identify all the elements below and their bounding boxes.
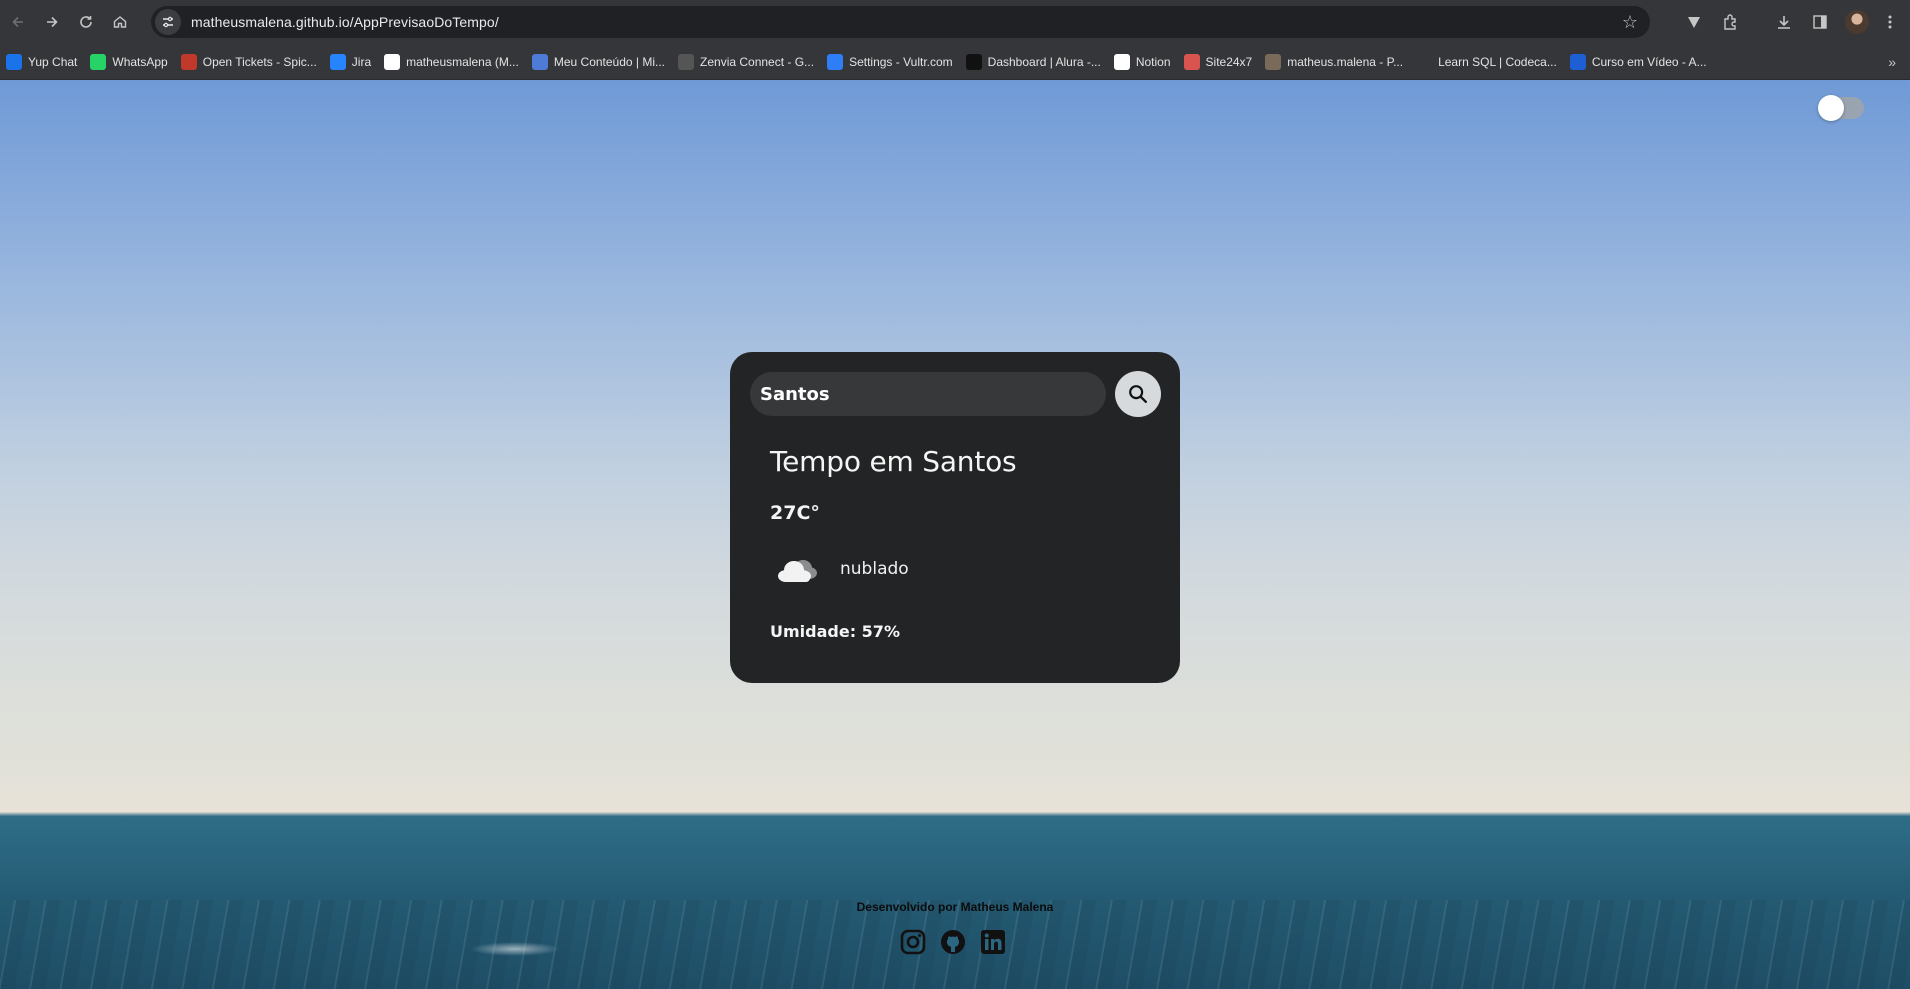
theme-toggle[interactable] bbox=[1818, 95, 1864, 121]
yupchat-icon bbox=[6, 53, 22, 70]
bookmark-label: matheus.malena - P... bbox=[1287, 54, 1404, 69]
instagram-icon bbox=[900, 929, 926, 955]
site24x7-icon bbox=[1183, 53, 1200, 70]
city-title: Tempo em Santos bbox=[770, 445, 1017, 478]
bookmark-item[interactable]: Yup Chat bbox=[0, 48, 83, 76]
bookmark-label: Learn SQL | Codeca... bbox=[1438, 54, 1557, 69]
weather-card: Tempo em Santos 27C° nublado Umidade: 57… bbox=[730, 352, 1180, 683]
bookmark-label: Notion bbox=[1135, 54, 1171, 69]
bookmark-item[interactable]: Learn SQL | Codeca... bbox=[1410, 48, 1563, 76]
home-button[interactable] bbox=[106, 8, 134, 36]
spiceworks-icon bbox=[180, 53, 197, 70]
jira-icon bbox=[329, 53, 346, 70]
profile-icon bbox=[1265, 53, 1282, 70]
bookmark-label: Open Tickets - Spic... bbox=[202, 54, 317, 69]
search-row bbox=[750, 371, 1161, 417]
bookmark-item[interactable]: Dashboard | Alura -... bbox=[960, 48, 1107, 76]
linkedin-icon bbox=[981, 930, 1005, 954]
cursoemvideo-icon bbox=[1569, 53, 1586, 70]
instagram-link[interactable] bbox=[899, 928, 927, 956]
menu-kebab-icon[interactable] bbox=[1876, 8, 1904, 36]
bookmark-label: Jira bbox=[351, 54, 372, 69]
tune-icon bbox=[163, 16, 173, 28]
site-info-button[interactable] bbox=[155, 9, 181, 35]
bookmark-label: WhatsApp bbox=[112, 54, 168, 69]
condition-text: nublado bbox=[840, 559, 909, 579]
github-icon bbox=[384, 53, 401, 70]
notion-icon bbox=[1113, 53, 1130, 70]
bookmark-label: Meu Conteúdo | Mi... bbox=[553, 54, 666, 69]
profile-avatar[interactable] bbox=[1845, 10, 1869, 34]
url-text: matheusmalena.github.io/AppPrevisaoDoTem… bbox=[191, 14, 499, 30]
bookmark-item[interactable]: Jira bbox=[324, 48, 377, 76]
bookmark-item[interactable]: Settings - Vultr.com bbox=[821, 48, 959, 76]
bookmark-item[interactable]: Curso em Vídeo - A... bbox=[1564, 48, 1713, 76]
bookmark-label: Site24x7 bbox=[1205, 54, 1253, 69]
footer-credit: Desenvolvido por Matheus Malena bbox=[856, 900, 1054, 914]
codecademy-icon bbox=[1416, 53, 1433, 70]
bookmark-item[interactable]: Meu Conteúdo | Mi... bbox=[526, 48, 671, 76]
extensions-puzzle-icon[interactable] bbox=[1717, 8, 1745, 36]
vultr-icon bbox=[827, 53, 844, 70]
bookmark-label: Zenvia Connect - G... bbox=[700, 54, 815, 69]
humidity-text: Umidade: 57% bbox=[770, 622, 900, 641]
github-link[interactable] bbox=[939, 928, 967, 956]
social-links bbox=[899, 928, 1007, 956]
city-search-input[interactable] bbox=[750, 372, 1106, 416]
footer: Desenvolvido por Matheus Malena bbox=[0, 900, 1910, 914]
reload-button[interactable] bbox=[72, 8, 100, 36]
bookmark-item[interactable]: matheus.malena - P... bbox=[1259, 48, 1409, 76]
reload-icon bbox=[80, 16, 92, 28]
home-icon bbox=[113, 16, 127, 28]
bookmark-item[interactable]: WhatsApp bbox=[84, 48, 173, 76]
bookmark-item[interactable]: Notion bbox=[1108, 48, 1177, 76]
bookmark-label: Dashboard | Alura -... bbox=[987, 54, 1101, 69]
downloads-icon[interactable] bbox=[1770, 8, 1798, 36]
bookmark-label: Yup Chat bbox=[28, 54, 78, 69]
temperature: 27C° bbox=[770, 502, 820, 524]
bookmark-item[interactable]: Open Tickets - Spic... bbox=[175, 48, 323, 76]
zenvia-icon bbox=[678, 53, 695, 70]
arrow-right-icon bbox=[47, 16, 58, 28]
arrow-left-icon bbox=[12, 16, 23, 28]
search-button[interactable] bbox=[1115, 371, 1161, 417]
content-icon bbox=[531, 53, 548, 70]
whatsapp-icon bbox=[90, 53, 107, 70]
cloud-icon bbox=[778, 560, 817, 582]
side-panel-icon[interactable] bbox=[1806, 8, 1834, 36]
bookmark-item[interactable]: matheusmalena (M... bbox=[378, 48, 525, 76]
more-bookmarks-icon[interactable]: » bbox=[1888, 54, 1896, 70]
address-bar[interactable]: matheusmalena.github.io/AppPrevisaoDoTem… bbox=[151, 6, 1650, 38]
bookmark-star-icon[interactable]: ☆ bbox=[1620, 12, 1640, 32]
browser-toolbar: matheusmalena.github.io/AppPrevisaoDoTem… bbox=[0, 0, 1910, 44]
search-icon bbox=[1129, 385, 1147, 403]
bookmark-label: Settings - Vultr.com bbox=[849, 54, 953, 69]
wave-foam bbox=[470, 942, 560, 956]
github-icon bbox=[941, 930, 965, 954]
weather-app-page: Tempo em Santos 27C° nublado Umidade: 57… bbox=[0, 80, 1910, 989]
bookmark-label: Curso em Vídeo - A... bbox=[1591, 54, 1707, 69]
alura-icon bbox=[965, 53, 982, 70]
bookmark-item[interactable]: Zenvia Connect - G... bbox=[672, 48, 820, 76]
vimium-extension-icon[interactable] bbox=[1680, 8, 1708, 36]
bookmark-item[interactable]: Site24x7 bbox=[1178, 48, 1259, 76]
back-button[interactable] bbox=[4, 8, 32, 36]
forward-button[interactable] bbox=[38, 8, 66, 36]
linkedin-link[interactable] bbox=[979, 928, 1007, 956]
bookmarks-bar: Yup Chat WhatsApp Open Tickets - Spic... Ji… bbox=[0, 44, 1910, 80]
bookmark-label: matheusmalena (M... bbox=[406, 54, 519, 69]
toggle-knob[interactable] bbox=[1818, 95, 1844, 121]
